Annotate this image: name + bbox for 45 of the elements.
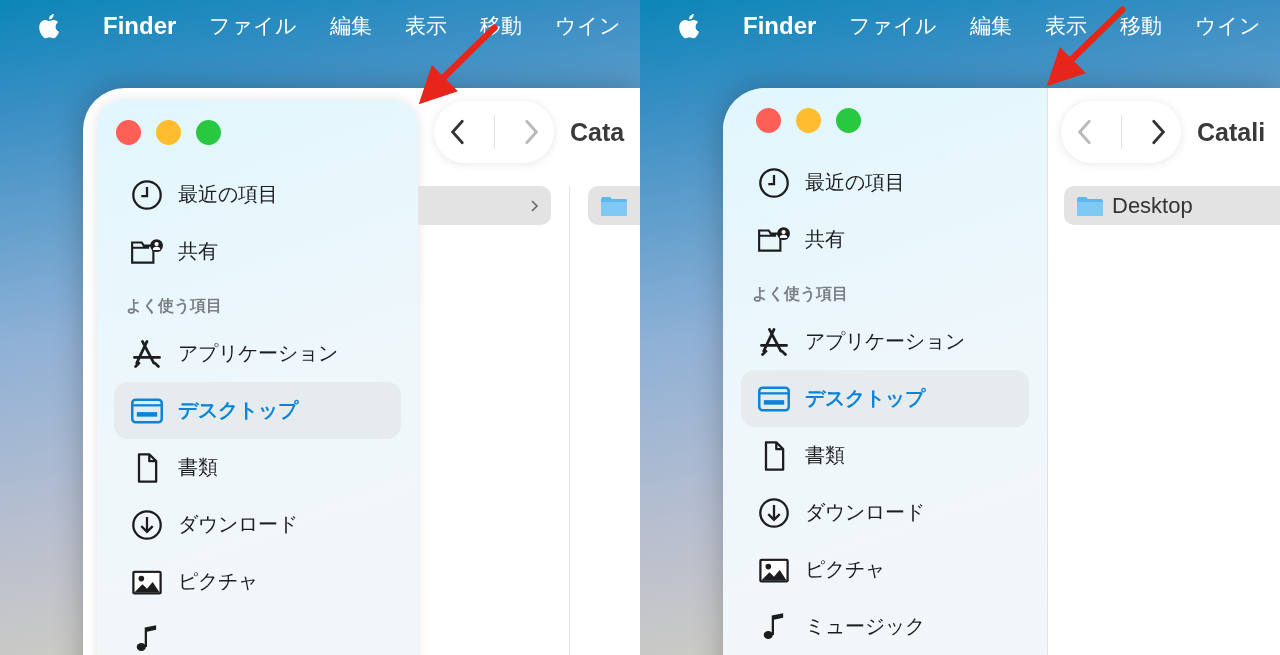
sidebar-section-header: よく使う項目 [751, 283, 849, 305]
sidebar-item[interactable]: アプリケーション [741, 313, 1029, 370]
clock-icon [757, 166, 791, 199]
window-title: Catali [1197, 117, 1266, 147]
download-icon [757, 496, 791, 529]
sidebar-item[interactable]: ダウンロード [741, 484, 1029, 541]
folder-icon [600, 194, 628, 217]
menu-item[interactable]: ファイル [849, 12, 938, 40]
sidebar-item[interactable]: ピクチャ [741, 541, 1029, 598]
menu-item[interactable]: 編集 [330, 12, 373, 40]
sidebar-item[interactable]: 書類 [114, 439, 401, 496]
menu-item[interactable]: 表示 [405, 12, 448, 40]
sidebar-item[interactable]: アプリケーション [114, 325, 401, 382]
sidebar-item[interactable]: 共有 [114, 223, 401, 280]
menu-item[interactable]: ファイル [209, 12, 298, 40]
sidebar-item[interactable]: 最近の項目 [114, 166, 401, 223]
menu-item[interactable]: 移動 [1120, 12, 1163, 40]
menu-item[interactable]: 編集 [970, 12, 1013, 40]
app-store-icon [130, 337, 164, 370]
apple-logo-icon[interactable] [676, 12, 700, 40]
folder-icon [1076, 194, 1104, 217]
clock-icon [130, 178, 164, 211]
sidebar-item[interactable]: 最近の項目 [741, 154, 1029, 211]
zoom-button[interactable] [196, 120, 221, 145]
chevron-right-icon [529, 197, 539, 214]
column-row[interactable]: Desktop [1064, 186, 1280, 225]
sidebar-item[interactable]: 共有 [741, 211, 1029, 268]
zoom-button[interactable] [836, 108, 861, 133]
sidebar-item[interactable]: 書類 [741, 427, 1029, 484]
window-title: Cata [570, 117, 625, 147]
apple-logo-icon[interactable] [36, 12, 60, 40]
sidebar-item[interactable]: ピクチャ [114, 553, 401, 610]
menu-app-name[interactable]: Finder [743, 12, 817, 40]
download-icon [130, 508, 164, 541]
close-button[interactable] [116, 120, 141, 145]
sidebar-section-header: よく使う項目 [125, 295, 223, 317]
column-row[interactable] [588, 186, 640, 225]
sidebar-item[interactable]: ダウンロード [114, 496, 401, 553]
sidebar-item[interactable]: ミュージック [741, 598, 1029, 655]
menu-item[interactable]: 表示 [1045, 12, 1088, 40]
menu-app-name[interactable]: Finder [103, 12, 177, 40]
minimize-button[interactable] [796, 108, 821, 133]
app-store-icon [757, 325, 791, 358]
minimize-button[interactable] [156, 120, 181, 145]
close-button[interactable] [756, 108, 781, 133]
